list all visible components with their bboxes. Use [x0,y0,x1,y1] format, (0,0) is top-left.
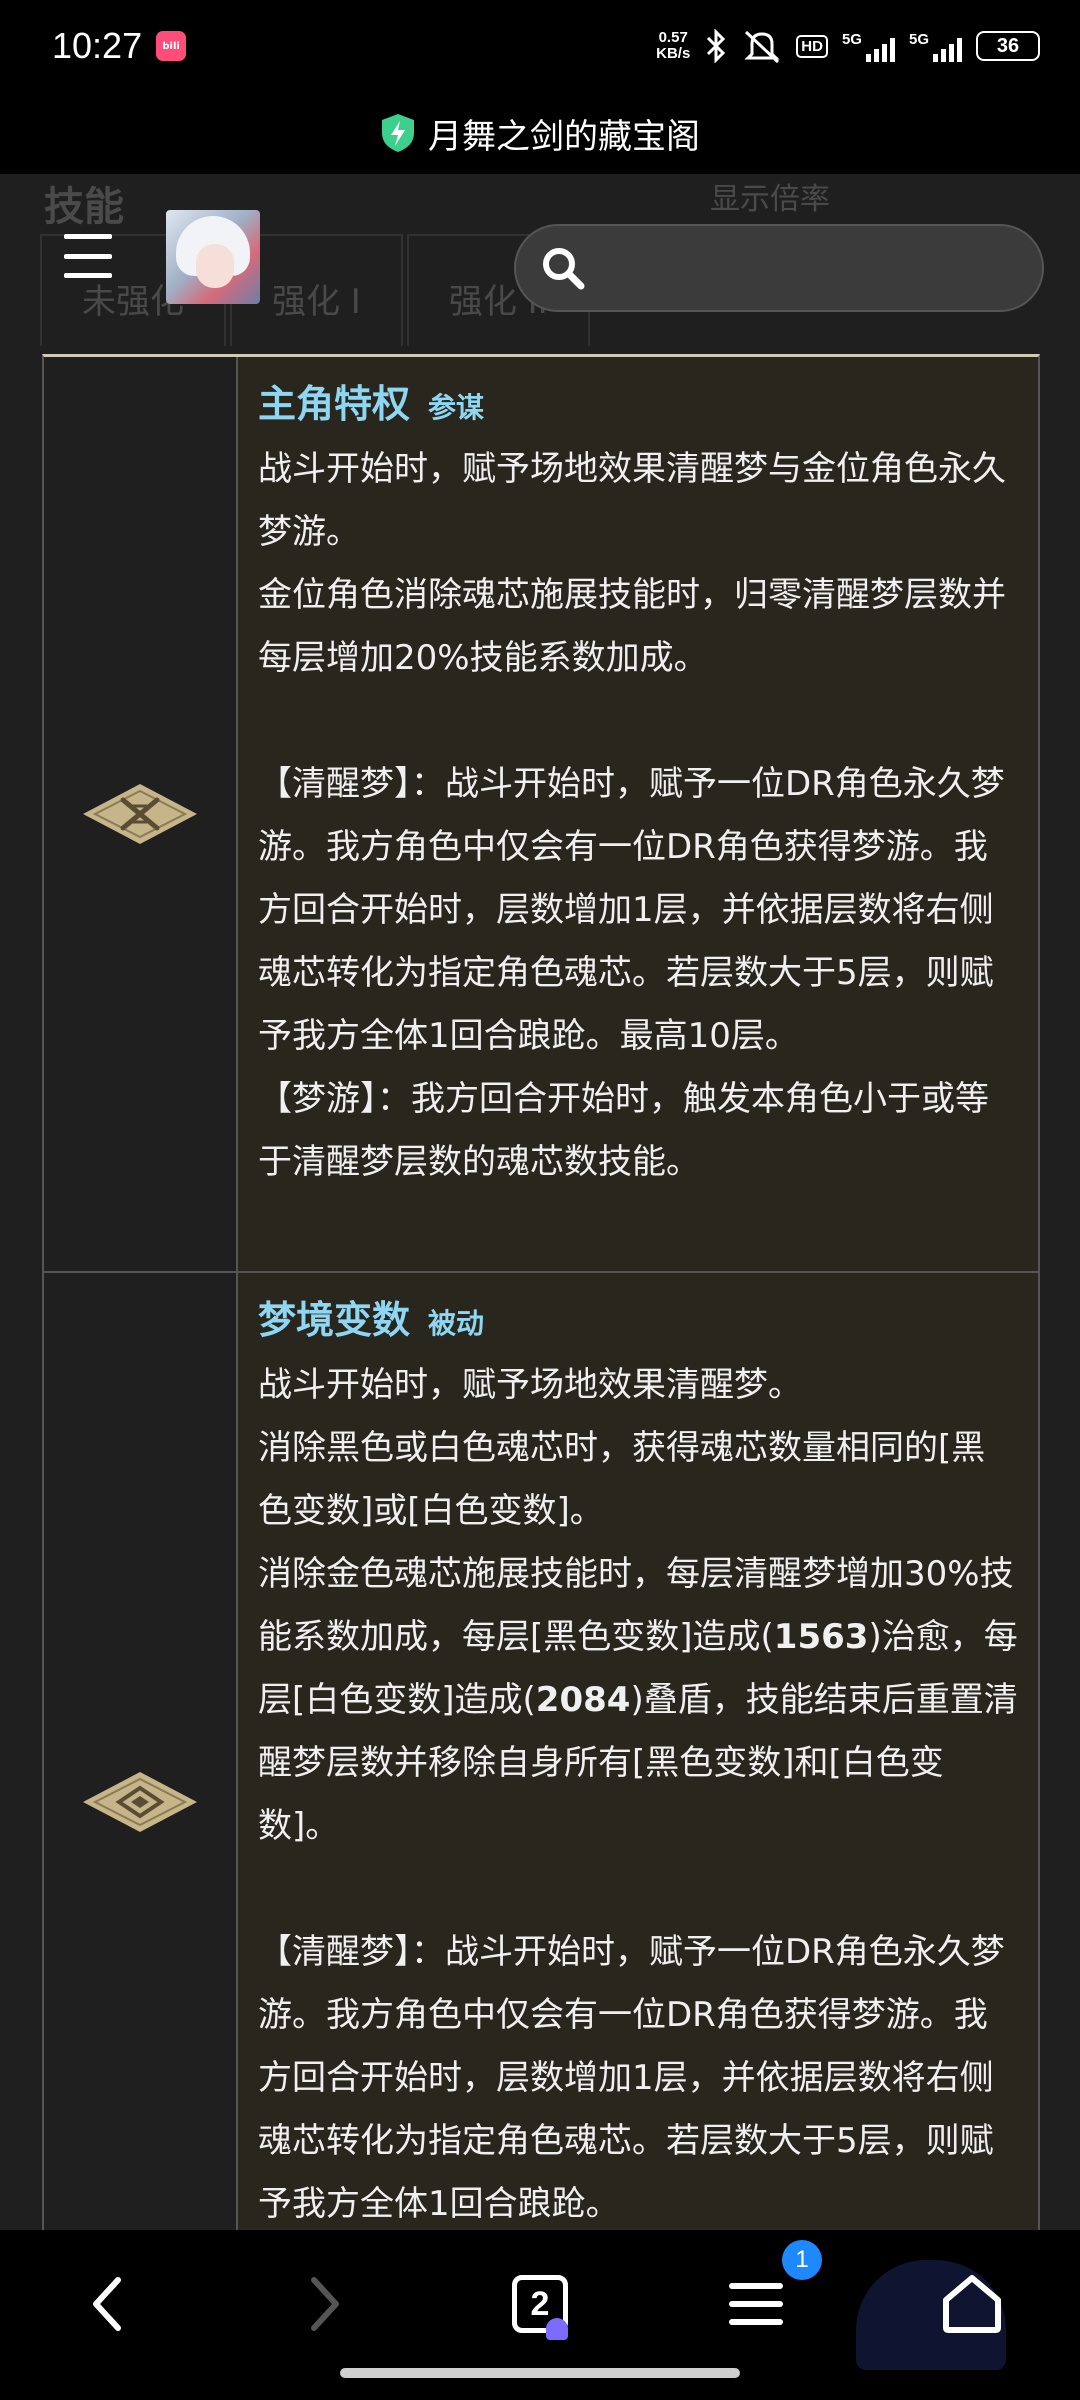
mute-icon [744,30,780,64]
skill-description-cell: 梦境变数 被动 战斗开始时，赋予场地效果清醒梦。 消除黑色或白色魂芯时，获得魂芯… [238,1273,1038,2230]
floating-nav [0,210,1080,320]
skill-table: 主角特权 参谋 战斗开始时，赋予场地效果清醒梦与金位角色永久梦游。 金位角色消除… [42,354,1040,2230]
status-time: 10:27 [52,25,143,66]
ornate-diamond-emblem-icon [83,1772,197,1832]
menu-button[interactable] [716,2264,796,2344]
hamburger-menu-button[interactable] [64,234,112,278]
skill-name: 梦境变数 [258,1298,411,1342]
incognito-ghost-icon [546,2318,568,2340]
signal-icon: 5G [842,31,895,62]
skill-row: 梦境变数 被动 战斗开始时，赋予场地效果清醒梦。 消除黑色或白色魂芯时，获得魂芯… [44,1273,1038,2230]
skill-header: 梦境变数 被动 [258,1289,1018,1344]
home-icon [943,2275,1001,2333]
search-input[interactable] [600,251,1020,285]
skill-type-tag: 被动 [428,1307,485,1340]
browser-bottom-nav: 2 1 [0,2230,1080,2400]
shield-bolt-icon [382,114,414,152]
status-icons: 0.57 KB/s HD 5G 5G 36 [656,28,1040,64]
hd-badge: HD [796,34,828,58]
skill-icon-cell [44,357,238,1271]
menu-notification-badge: 1 [782,2240,822,2280]
heal-value: 1563 [773,1617,869,1657]
skill-description: 战斗开始时，赋予场地效果清醒梦。 消除黑色或白色魂芯时，获得魂芯数量相同的[黑色… [258,1365,1018,2224]
skill-description: 战斗开始时，赋予场地效果清醒梦与金位角色永久梦游。 金位角色消除魂芯施展技能时，… [258,449,1006,1182]
status-bar: 10:27 bili 0.57 KB/s HD 5G 5G 36 [0,0,1080,92]
search-box[interactable] [514,224,1044,312]
bluetooth-icon [707,29,726,63]
gesture-home-indicator[interactable] [340,2368,740,2378]
skill-icon-cell [44,1273,238,2230]
site-title: 月舞之剑的藏宝阁 [428,116,700,157]
skill-row: 主角特权 参谋 战斗开始时，赋予场地效果清醒梦与金位角色永久梦游。 金位角色消除… [44,357,1038,1273]
back-button[interactable] [68,2264,148,2344]
skill-name: 主角特权 [258,382,411,426]
back-icon [93,2277,121,2331]
crossed-swords-emblem-icon [83,784,197,844]
signal-icon: 5G [909,31,962,62]
network-speed: 0.57 KB/s [656,29,691,62]
battery-icon: 36 [976,31,1040,61]
avatar[interactable] [166,210,260,304]
shield-value: 2084 [535,1680,631,1720]
bilibili-app-icon: bili [156,31,187,61]
site-title-bar: 月舞之剑的藏宝阁 [0,92,1080,174]
skill-type-tag: 参谋 [428,391,485,424]
forward-button[interactable] [284,2264,364,2344]
menu-icon [729,2283,783,2325]
skill-header: 主角特权 参谋 [258,373,1018,428]
page-content: 技能 显示倍率 未强化 强化 I 强化 II 主角特权 参谋 战斗开始时，赋予场… [0,174,1080,2230]
skill-description-cell: 主角特权 参谋 战斗开始时，赋予场地效果清醒梦与金位角色永久梦游。 金位角色消除… [238,357,1038,1271]
search-icon [543,248,585,290]
forward-icon [311,2277,339,2331]
home-button[interactable] [932,2264,1012,2344]
tabs-button[interactable]: 2 [500,2264,580,2344]
